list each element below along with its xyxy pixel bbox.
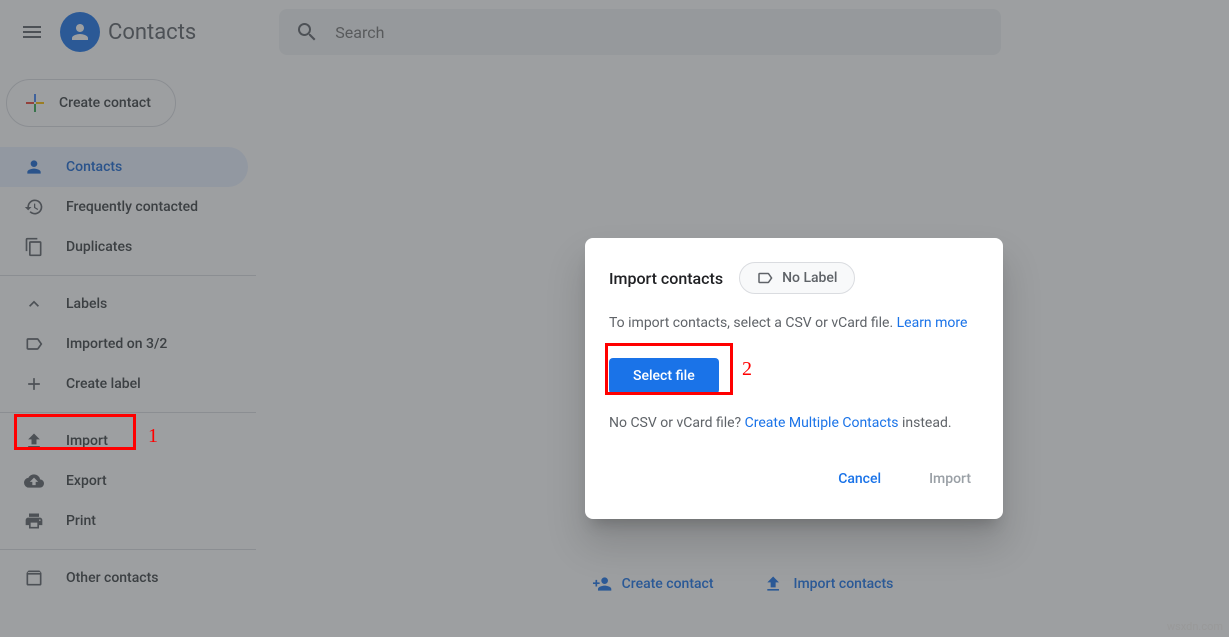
label-chip[interactable]: No Label <box>739 262 854 294</box>
dialog-title: Import contacts <box>609 269 723 288</box>
dialog-alt-text: No CSV or vCard file? Create Multiple Co… <box>609 414 979 434</box>
import-button[interactable]: Import <box>921 463 979 495</box>
import-dialog: Import contacts No Label To import conta… <box>585 238 1003 519</box>
label-outline-icon <box>756 269 774 287</box>
dialog-instruction: To import contacts, select a CSV or vCar… <box>609 314 979 334</box>
chip-label: No Label <box>782 270 837 286</box>
cancel-button[interactable]: Cancel <box>830 463 889 495</box>
learn-more-link[interactable]: Learn more <box>897 315 968 331</box>
create-multiple-link[interactable]: Create Multiple Contacts <box>745 415 899 431</box>
watermark: wsxdn.com <box>1167 620 1223 633</box>
select-file-button[interactable]: Select file <box>609 358 719 394</box>
